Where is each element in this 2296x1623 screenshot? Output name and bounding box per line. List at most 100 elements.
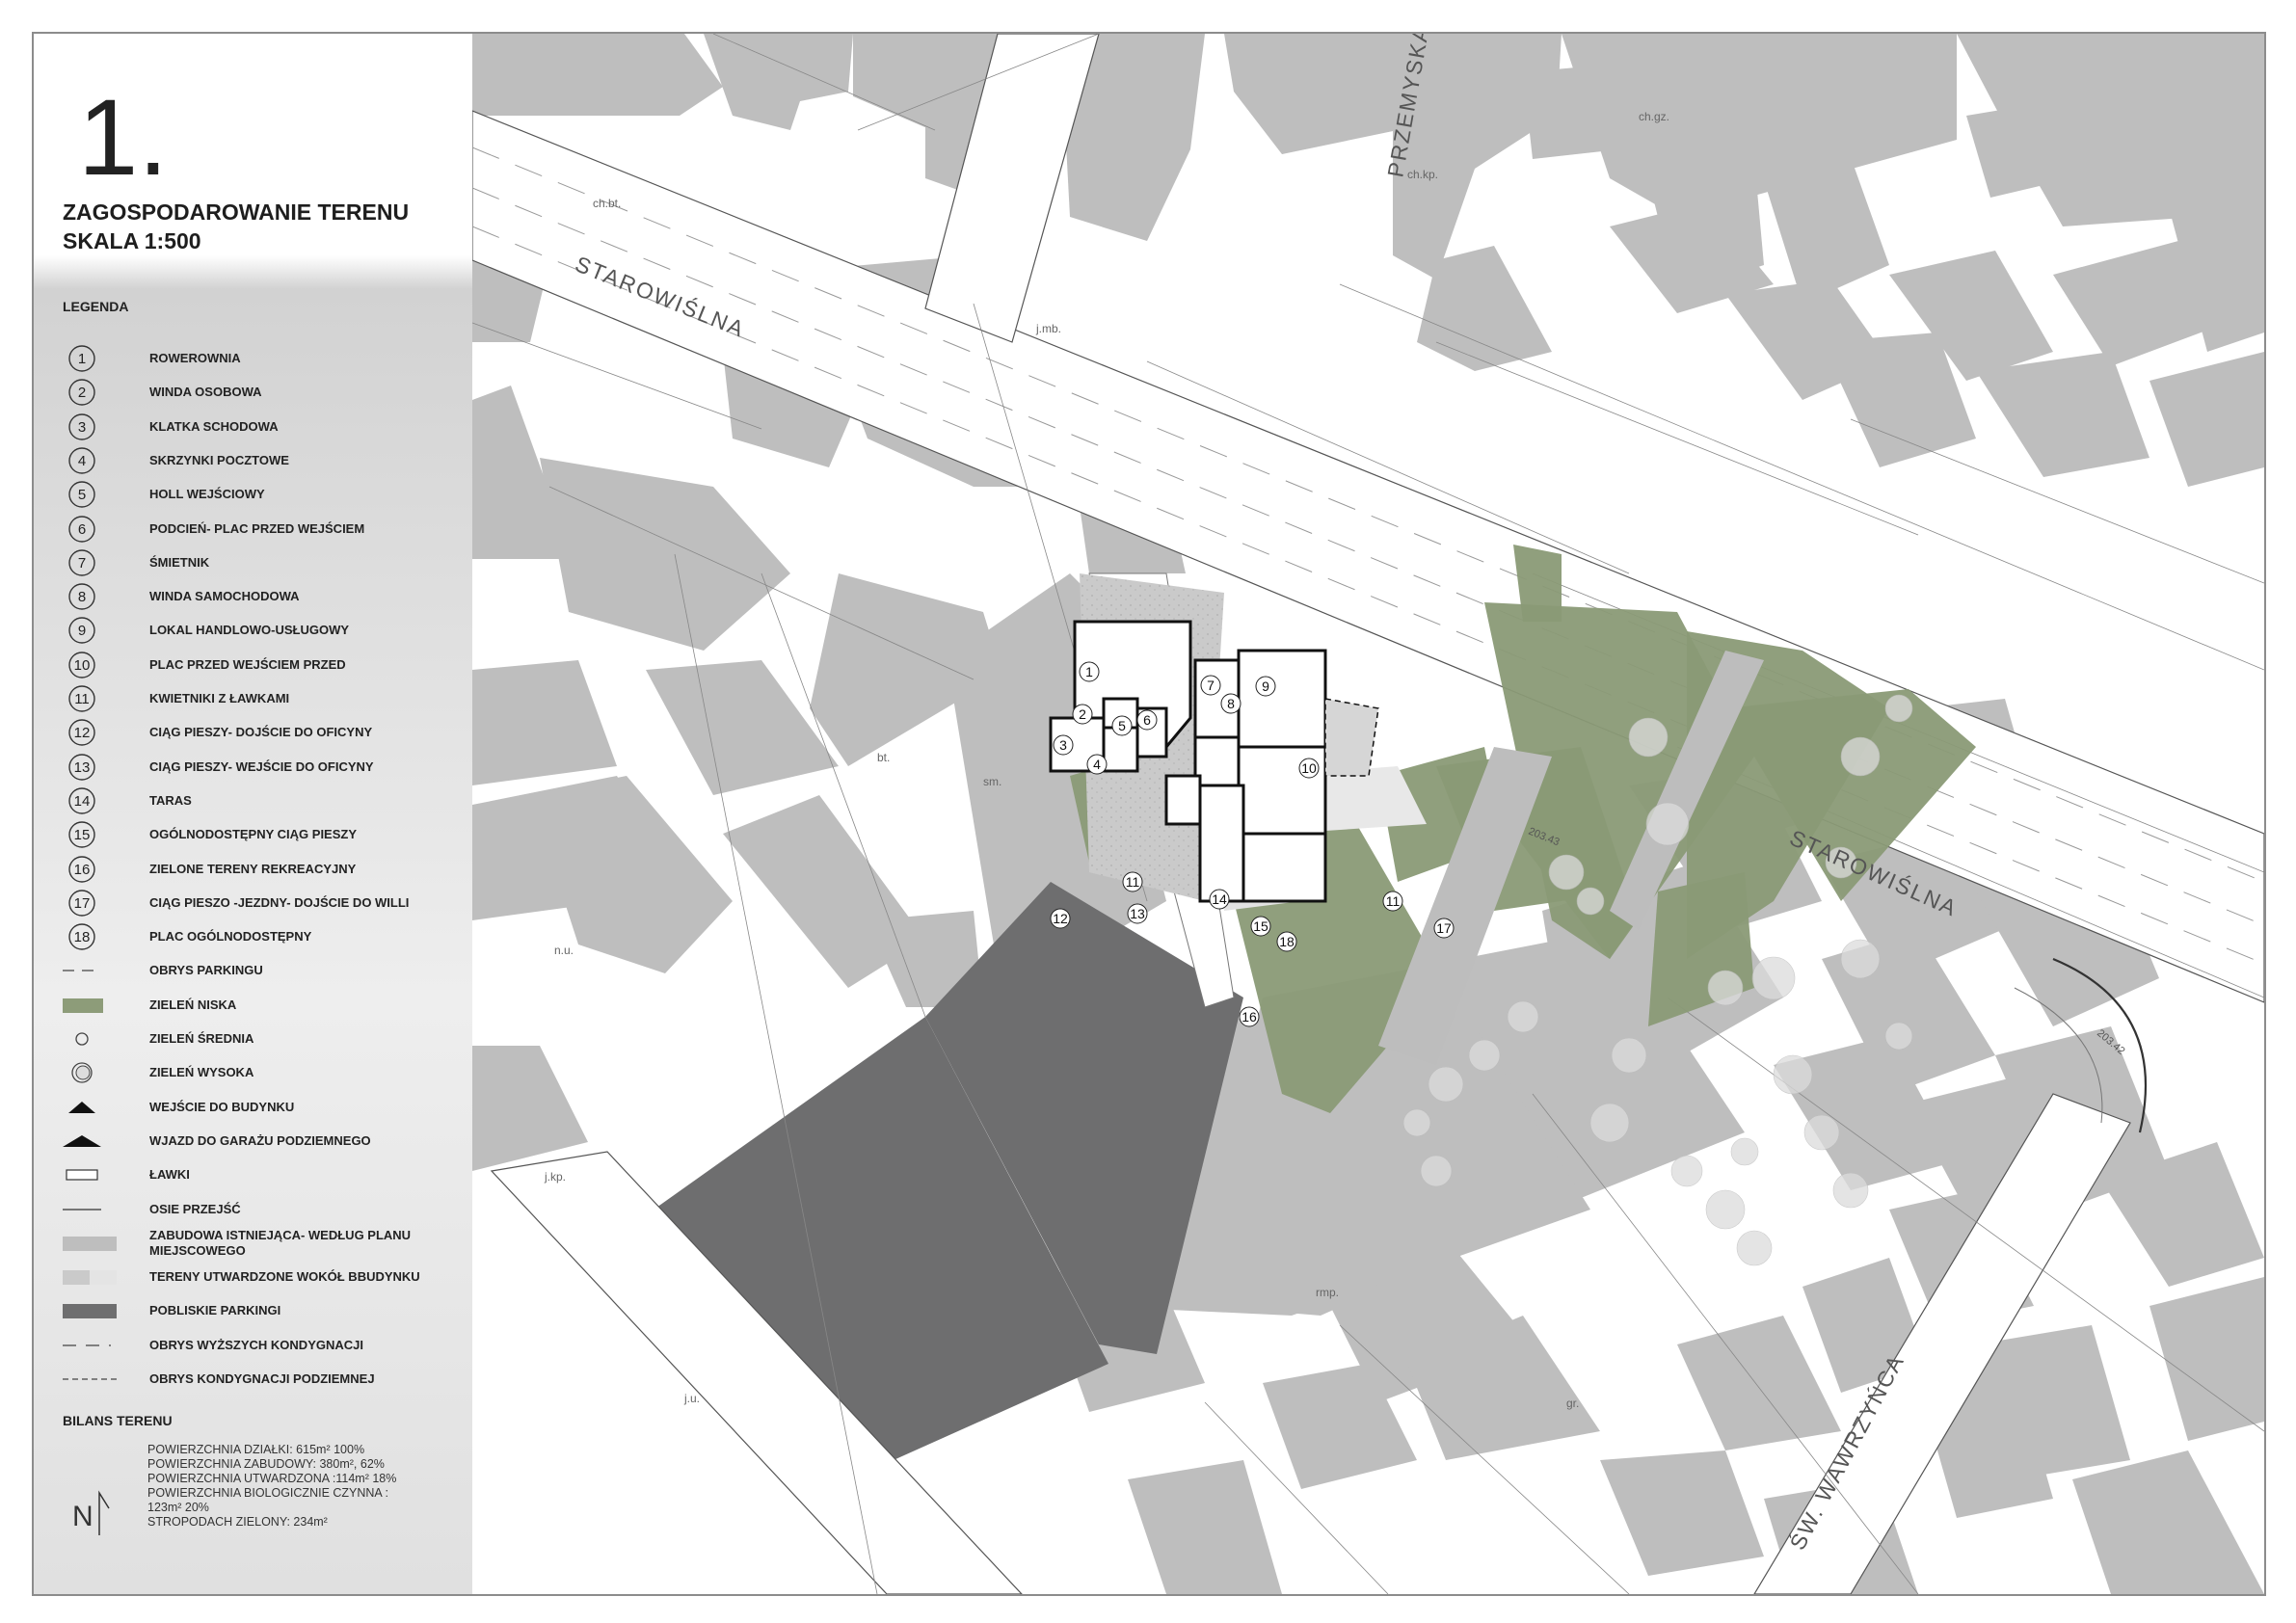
plan-number: 18 xyxy=(1279,934,1295,949)
legend-item-5-label: HOLL WEJŚCIOWY xyxy=(149,487,265,502)
legend-number: 12 xyxy=(74,725,91,741)
existing-building xyxy=(2149,1277,2264,1441)
plan-number: 16 xyxy=(1241,1009,1257,1024)
existing-building xyxy=(1976,352,2149,477)
legend-heading: LEGENDA xyxy=(63,299,129,314)
tree xyxy=(1468,1039,1501,1072)
legend-item-18: 18 PLAC OGÓLNODOSTĘPNY xyxy=(34,921,472,952)
legend-item-3-label: KLATKA SCHODOWA xyxy=(149,418,279,434)
legend-item-4-symbol: 4 xyxy=(68,447,95,474)
legend-number: 1 xyxy=(78,351,86,367)
legend-building-entrance: WEJŚCIE DO BUDYNKU xyxy=(34,1092,472,1123)
bilans-heading: BILANS TERENU xyxy=(63,1413,173,1428)
legend-medium-greenery: ZIELEŃ ŚREDNIA xyxy=(34,1024,472,1054)
entrance-plaza xyxy=(1324,698,1379,777)
legend-nearby-parking-symbol xyxy=(63,1304,117,1319)
existing-building xyxy=(472,1046,588,1171)
legend-number: 4 xyxy=(78,453,86,469)
legend-item-10: 10 PLAC PRZED WEJŚCIEM PRZED xyxy=(34,650,472,680)
legend-panel: 1. ZAGOSPODAROWANIE TERENU SKALA 1:500 L… xyxy=(34,34,472,1594)
legend-item-16: 16 ZIELONE TERENY REKREACYJNY xyxy=(34,854,472,885)
plan-number: 10 xyxy=(1301,760,1317,776)
legend-number: 10 xyxy=(74,657,91,674)
legend-item-14-label: TARAS xyxy=(149,792,192,808)
legend-item-4-label: SKRZYNKI POCZTOWE xyxy=(149,452,289,467)
legend-item-2-symbol: 2 xyxy=(68,379,95,406)
tree xyxy=(1773,1054,1813,1095)
legend-paved-areas-symbol xyxy=(63,1270,117,1286)
lot-label: ch.bt. xyxy=(593,197,621,210)
legend-building-entrance-symbol xyxy=(68,1101,95,1113)
project-room xyxy=(1237,649,1327,749)
legend-item-7: 7 ŚMIETNIK xyxy=(34,547,472,578)
legend-nearby-parking: POBLISKIE PARKINGI xyxy=(34,1295,472,1326)
legend-item-17-label: CIĄG PIESZO -JEZDNY- DOJŚCIE DO WILLI xyxy=(149,894,410,910)
legend-item-10-label: PLAC PRZED WEJŚCIEM PRZED xyxy=(149,656,346,672)
legend-bench-label: ŁAWKI xyxy=(149,1167,190,1183)
legend-upper-floors-outline-symbol xyxy=(63,1344,111,1346)
legend-item-11-label: KWIETNIKI Z ŁAWKAMI xyxy=(149,691,290,705)
legend-number: 3 xyxy=(78,419,86,436)
legend-item-17-symbol: 17 xyxy=(68,890,95,917)
legend-number: 8 xyxy=(78,589,86,605)
legend-item-18-symbol: 18 xyxy=(68,923,95,950)
plan-number: 3 xyxy=(1059,737,1067,753)
legend-item-1-label: ROWEROWNIA xyxy=(149,351,241,365)
tree xyxy=(1803,1114,1840,1151)
existing-building xyxy=(1417,246,1552,371)
legend-item-3-symbol: 3 xyxy=(68,412,95,440)
lot-label: j.u. xyxy=(683,1392,700,1405)
plan-number: 17 xyxy=(1436,920,1452,936)
legend-tall-greenery: ZIELEŃ WYSOKA xyxy=(34,1057,472,1088)
tree xyxy=(1840,736,1881,777)
lot-label: n.u. xyxy=(554,944,574,957)
existing-building xyxy=(1600,1450,1764,1576)
legend-item-12-symbol: 12 xyxy=(68,719,95,746)
legend-garage-entrance: WJAZD DO GARAŻU PODZIEMNEGO xyxy=(34,1126,472,1157)
tree xyxy=(1707,970,1744,1006)
lot-label: bt. xyxy=(877,751,890,764)
legend-medium-greenery-label: ZIELEŃ ŚREDNIA xyxy=(149,1031,254,1046)
legend-bench: ŁAWKI xyxy=(34,1159,472,1190)
tree xyxy=(1402,1108,1431,1137)
site-plan-drawing: 12345 6789101112 13141516111718 STAROWIŚLN… xyxy=(472,34,2264,1594)
legend-underground-outline: OBRYS KONDYGNACJI PODZIEMNEJ xyxy=(34,1364,472,1395)
lot-label: rmp. xyxy=(1316,1286,1339,1299)
tree xyxy=(1428,1066,1464,1103)
legend-item-18-label: PLAC OGÓLNODOSTĘPNY xyxy=(149,929,312,945)
legend-item-12: 12 CIĄG PIESZY- DOJŚCIE DO OFICYNY xyxy=(34,717,472,748)
legend-low-greenery-label: ZIELEŃ NISKA xyxy=(149,997,237,1012)
tree xyxy=(1548,854,1585,891)
legend-item-11: 11 KWIETNIKI Z ŁAWKAMI xyxy=(34,683,472,714)
legend-item-7-label: ŚMIETNIK xyxy=(149,554,210,570)
legend-item-9-symbol: 9 xyxy=(68,617,95,645)
tree xyxy=(1645,802,1690,846)
tree xyxy=(1751,956,1796,1000)
plan-number: 8 xyxy=(1227,696,1235,711)
legend-item-10-symbol: 10 xyxy=(68,651,95,678)
legend-item-13-symbol: 13 xyxy=(68,753,95,781)
legend-garage-entrance-symbol xyxy=(63,1134,101,1147)
lot-label: j.kp. xyxy=(544,1170,566,1184)
lot-label: j.mb. xyxy=(1035,322,1061,335)
legend-number: 5 xyxy=(78,487,86,503)
legend-item-12-label: CIĄG PIESZY- DOJŚCIE DO OFICYNY xyxy=(149,725,373,740)
legend-bench-symbol xyxy=(66,1169,98,1181)
legend-low-greenery-symbol xyxy=(63,998,103,1013)
balance-line: POWIERZCHNIA DZIAŁKI: 615m² 100% xyxy=(147,1443,365,1456)
legend-item-13-label: CIĄG PIESZY- WEJŚCIE DO OFICYNY xyxy=(149,758,374,774)
tree xyxy=(1576,887,1605,916)
legend-number: 14 xyxy=(74,793,91,810)
legend-number: 6 xyxy=(78,521,86,538)
legend-parking-outline-symbol xyxy=(63,970,101,972)
tree xyxy=(1628,717,1669,758)
legend-nearby-parking-label: POBLISKIE PARKINGI xyxy=(149,1303,281,1318)
legend-item-4: 4 SKRZYNKI POCZTOWE xyxy=(34,445,472,476)
legend-item-15-label: OGÓLNODOSTĘPNY CIĄG PIESZY xyxy=(149,827,358,842)
lot-label: gr. xyxy=(1566,1397,1579,1410)
project-room xyxy=(1164,774,1202,826)
legend-item-1: 1 ROWEROWNIA xyxy=(34,343,472,374)
legend-item-14: 14 TARAS xyxy=(34,785,472,816)
legend-item-11-symbol: 11 xyxy=(68,685,95,712)
existing-building xyxy=(704,34,853,130)
